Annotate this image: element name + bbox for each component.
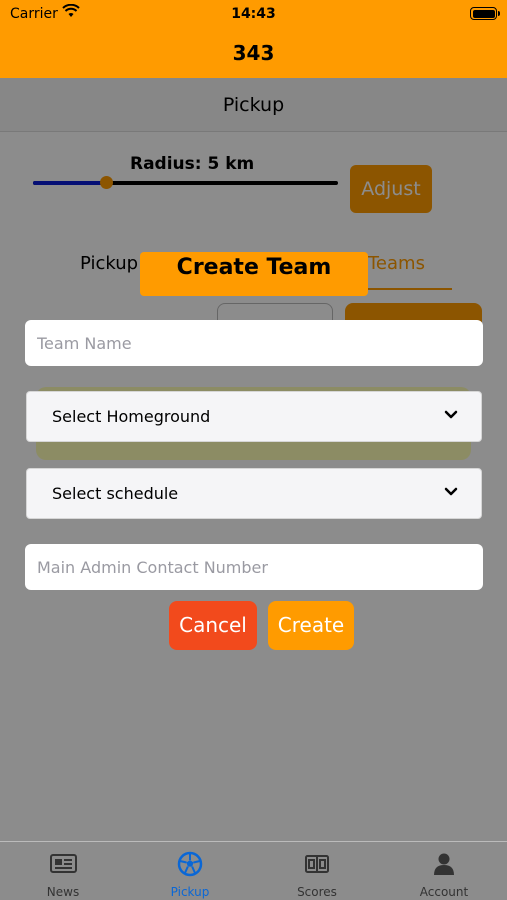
schedule-select-label: Select schedule [52, 484, 179, 503]
person-icon [434, 853, 454, 875]
homeground-select-label: Select Homeground [52, 407, 211, 426]
chevron-down-icon [444, 487, 458, 496]
schedule-select[interactable]: Select schedule [26, 468, 482, 519]
team-name-field[interactable] [25, 320, 483, 366]
tab-pickup[interactable]: Pickup [127, 842, 253, 900]
soccer-ball-icon [177, 851, 203, 877]
tab-account[interactable]: Account [381, 842, 507, 900]
admin-contact-input[interactable] [25, 544, 483, 590]
tab-pickup-label: Pickup [170, 885, 210, 899]
battery-icon [470, 7, 500, 20]
scoreboard-icon [305, 855, 329, 873]
chevron-down-icon [444, 410, 458, 419]
status-bar: Carrier 14:43 [0, 0, 507, 30]
newspaper-icon [50, 854, 77, 873]
app-header-title: 343 [0, 30, 507, 78]
tab-scores[interactable]: Scores [254, 842, 380, 900]
tab-news-label: News [46, 885, 80, 899]
clock: 14:43 [231, 6, 276, 22]
tab-account-label: Account [419, 885, 469, 899]
tab-bar: News Pickup Scores Account [0, 841, 507, 900]
homeground-select[interactable]: Select Homeground [26, 391, 482, 442]
admin-contact-field[interactable] [25, 544, 483, 590]
cancel-button[interactable]: Cancel [169, 601, 257, 650]
tab-scores-label: Scores [297, 885, 337, 899]
create-button[interactable]: Create [268, 601, 354, 650]
team-name-input[interactable] [25, 320, 483, 366]
tab-news[interactable]: News [0, 842, 126, 900]
modal-title: Create Team [140, 252, 368, 296]
